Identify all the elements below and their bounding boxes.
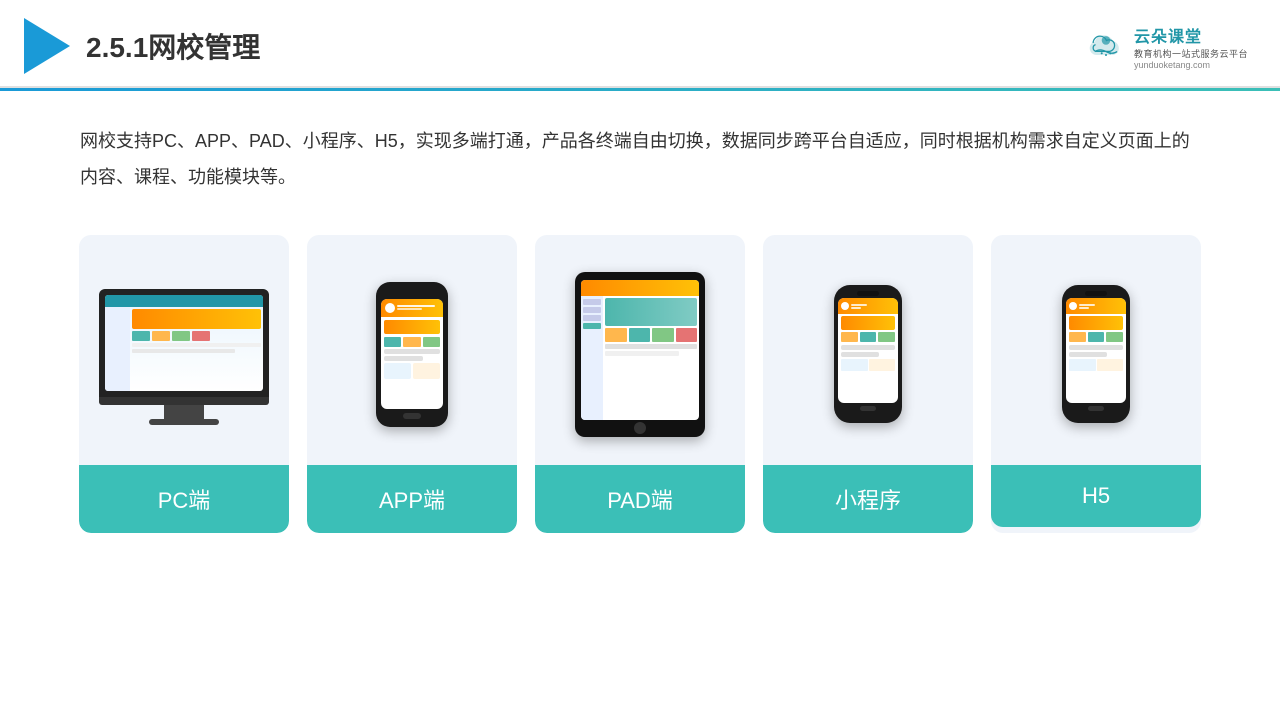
card-h5-image [991, 235, 1201, 465]
header: 2.5.1网校管理 云朵课堂 教育机构一站式服务云平台 yunduoketang… [0, 0, 1280, 88]
brand-name: 云朵课堂 [1134, 23, 1202, 47]
card-h5-label: H5 [991, 465, 1201, 527]
header-right: 云朵课堂 教育机构一站式服务云平台 yunduoketang.com [1084, 23, 1248, 70]
card-pc-label: PC端 [79, 465, 289, 533]
small-phone-h5 [1062, 285, 1130, 423]
phone-mockup-app [376, 282, 448, 427]
tablet-mockup [575, 272, 705, 437]
small-phone-miniprogram [834, 285, 902, 423]
card-pad-label: PAD端 [535, 465, 745, 533]
card-pad: PAD端 [535, 235, 745, 533]
brand-tagline: 教育机构一站式服务云平台 [1134, 47, 1248, 60]
card-miniprogram-label: 小程序 [763, 465, 973, 533]
description-text: 网校支持PC、APP、PAD、小程序、H5，实现多端打通，产品各终端自由切换，数… [0, 91, 1280, 215]
card-pad-image [535, 235, 745, 465]
cards-container: PC端 [0, 215, 1280, 573]
card-pc: PC端 [79, 235, 289, 533]
brand-logo: 云朵课堂 教育机构一站式服务云平台 yunduoketang.com [1084, 23, 1248, 70]
card-app: APP端 [307, 235, 517, 533]
header-left: 2.5.1网校管理 [24, 18, 260, 74]
cloud-icon [1084, 31, 1128, 61]
card-miniprogram: 小程序 [763, 235, 973, 533]
brand-text: 云朵课堂 教育机构一站式服务云平台 yunduoketang.com [1134, 23, 1248, 70]
card-app-image [307, 235, 517, 465]
page-title: 2.5.1网校管理 [86, 26, 260, 66]
logo-triangle-icon [24, 18, 70, 74]
pc-monitor-icon [99, 289, 269, 419]
card-app-label: APP端 [307, 465, 517, 533]
card-miniprogram-image [763, 235, 973, 465]
brand-url: yunduoketang.com [1134, 60, 1210, 70]
card-h5: H5 [991, 235, 1201, 533]
card-pc-image [79, 235, 289, 465]
